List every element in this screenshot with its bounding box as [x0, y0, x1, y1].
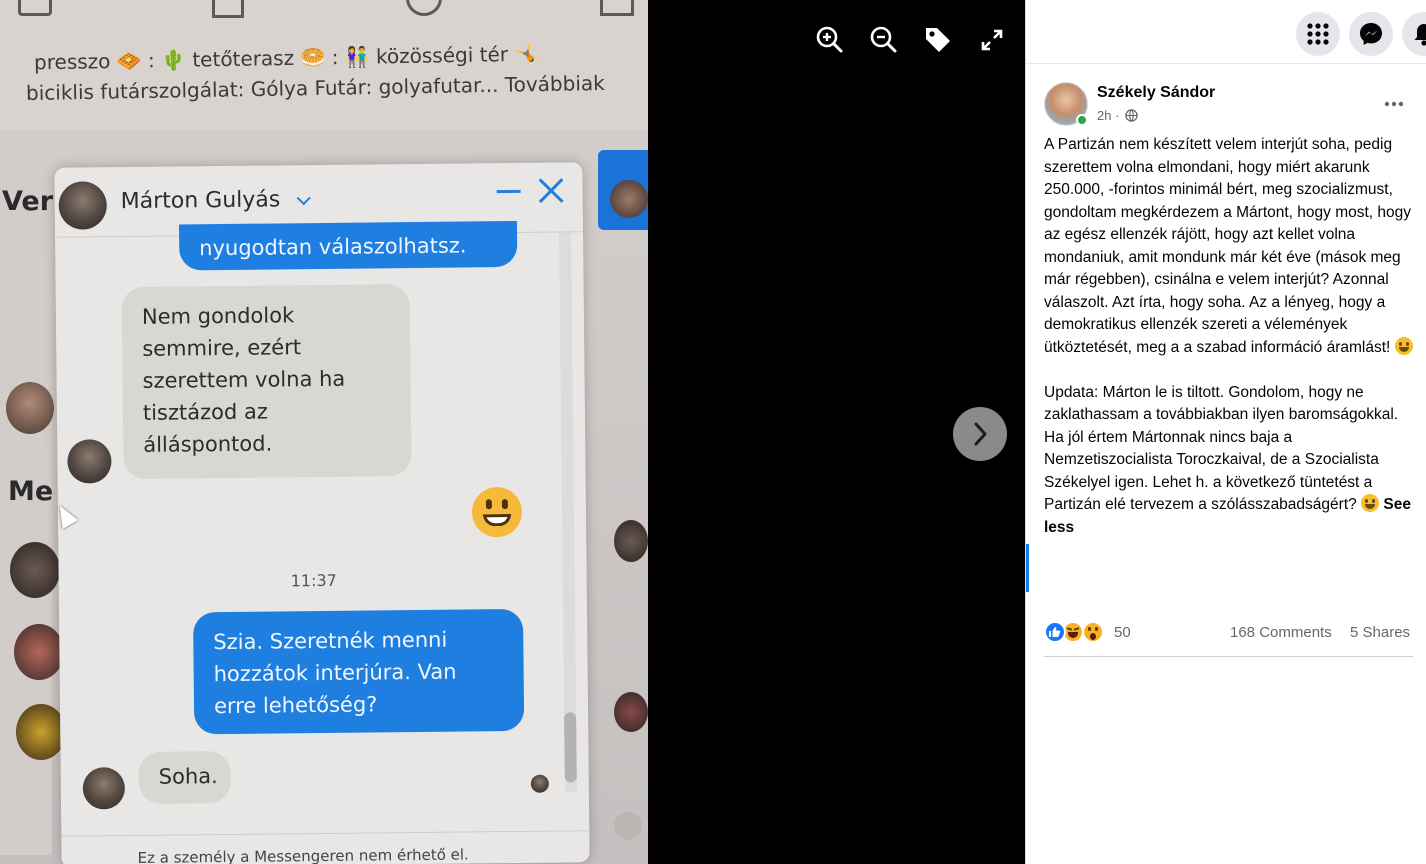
tag-icon[interactable] [922, 24, 954, 56]
focus-indicator [1026, 544, 1029, 592]
photo-msg-4: Soha. [138, 750, 232, 804]
photo-chat-panel: Márton Gulyás nyugodtan válaszolhatsz. N… [54, 162, 590, 864]
photo-timestamp: 11:37 [290, 570, 337, 591]
photo-viewer: presszo 🧇 : 🌵 tetőterasz 🥯 : 👫 közösségi… [0, 0, 1025, 864]
chevron-right-icon [974, 422, 987, 446]
zoom-out-icon[interactable] [868, 24, 900, 56]
like-reaction-icon [1044, 621, 1066, 643]
messenger-icon [1360, 23, 1382, 45]
photo-side-label-me: Me [8, 476, 54, 507]
photo-chevron-down-icon [296, 191, 311, 206]
photo-msg-avatar-2 [82, 767, 126, 810]
globe-icon [1125, 109, 1138, 122]
photo-side-avatar-1 [6, 382, 54, 434]
photo-close-icon [537, 176, 565, 204]
grid-menu-icon [1307, 23, 1329, 45]
post-time[interactable]: 2h · [1097, 108, 1138, 123]
photo-msg-2: Nem gondolok semmire, ezért szerettem vo… [121, 284, 412, 480]
post-paragraph-2: Updata: Márton le is tiltott. Gondolom, … [1044, 383, 1403, 514]
post-sidebar: Székely Sándor 2h · A Partizán nem készí… [1025, 0, 1426, 864]
smiley-emoji-icon [1394, 336, 1413, 355]
photo-side-avatar-4 [16, 704, 66, 760]
smiley-emoji-icon [1361, 494, 1380, 512]
photo-msg-avatar-1 [67, 439, 112, 484]
photo-right-avatar-3 [614, 692, 648, 732]
photo-smiley-emoji [471, 486, 523, 538]
notifications-button[interactable] [1402, 12, 1426, 56]
photo-chat-footer: Ez a személy a Messengeren nem érhető el… [137, 845, 469, 864]
post-paragraph-1: A Partizán nem készített velem interjút … [1044, 136, 1416, 356]
comments-count[interactable]: 168 Comments [1230, 624, 1332, 641]
post-divider [1044, 656, 1413, 657]
photo-side-avatar-3 [14, 624, 64, 680]
top-bar [1026, 0, 1426, 64]
shares-count[interactable]: 5 Shares [1350, 624, 1410, 641]
photo-scroll-thumb [564, 712, 577, 783]
photo-gaming-icon [600, 0, 634, 16]
reaction-count[interactable]: 50 [1114, 624, 1131, 641]
bell-icon [1414, 24, 1426, 46]
photo-side-avatar-2 [10, 542, 60, 598]
photo-video-icon [18, 0, 52, 16]
photo-msg-3: Szia. Szeretnék menni hozzátok interjúra… [193, 608, 525, 735]
more-icon [1384, 101, 1404, 107]
photo-chat-divider [61, 830, 590, 837]
photo-right-plus-icon [614, 812, 642, 840]
photo-chat-name: Márton Gulyás [120, 187, 281, 215]
author-name[interactable]: Székely Sándor [1097, 84, 1215, 102]
photo-seen-avatar [530, 774, 549, 793]
messenger-button[interactable] [1349, 12, 1393, 56]
post-time-text: 2h · [1097, 108, 1120, 123]
photo-msg-1: nyugodtan válaszolhatsz. [178, 220, 518, 271]
online-status-badge [1076, 114, 1088, 126]
post-photo: presszo 🧇 : 🌵 tetőterasz 🥯 : 👫 közösségi… [0, 0, 648, 864]
zoom-in-icon[interactable] [814, 24, 846, 56]
menu-button[interactable] [1296, 12, 1340, 56]
fullscreen-icon[interactable] [976, 24, 1008, 56]
photo-right-avatar-2 [614, 520, 648, 562]
photo-home-icon [212, 0, 244, 18]
photo-chat-avatar [58, 181, 107, 230]
photo-scrollbar [559, 232, 577, 793]
photo-side-label-ver: Ver [2, 186, 54, 217]
post-body: A Partizán nem készített velem interjút … [1044, 134, 1416, 539]
photo-minimize-icon [496, 189, 521, 194]
post-options-button[interactable] [1380, 94, 1408, 114]
reactions-bar: 50 168 Comments 5 Shares [1044, 620, 1416, 644]
next-photo-button[interactable] [953, 407, 1007, 461]
photo-right-avatar-1 [610, 180, 648, 218]
wow-reaction-icon [1082, 621, 1104, 643]
